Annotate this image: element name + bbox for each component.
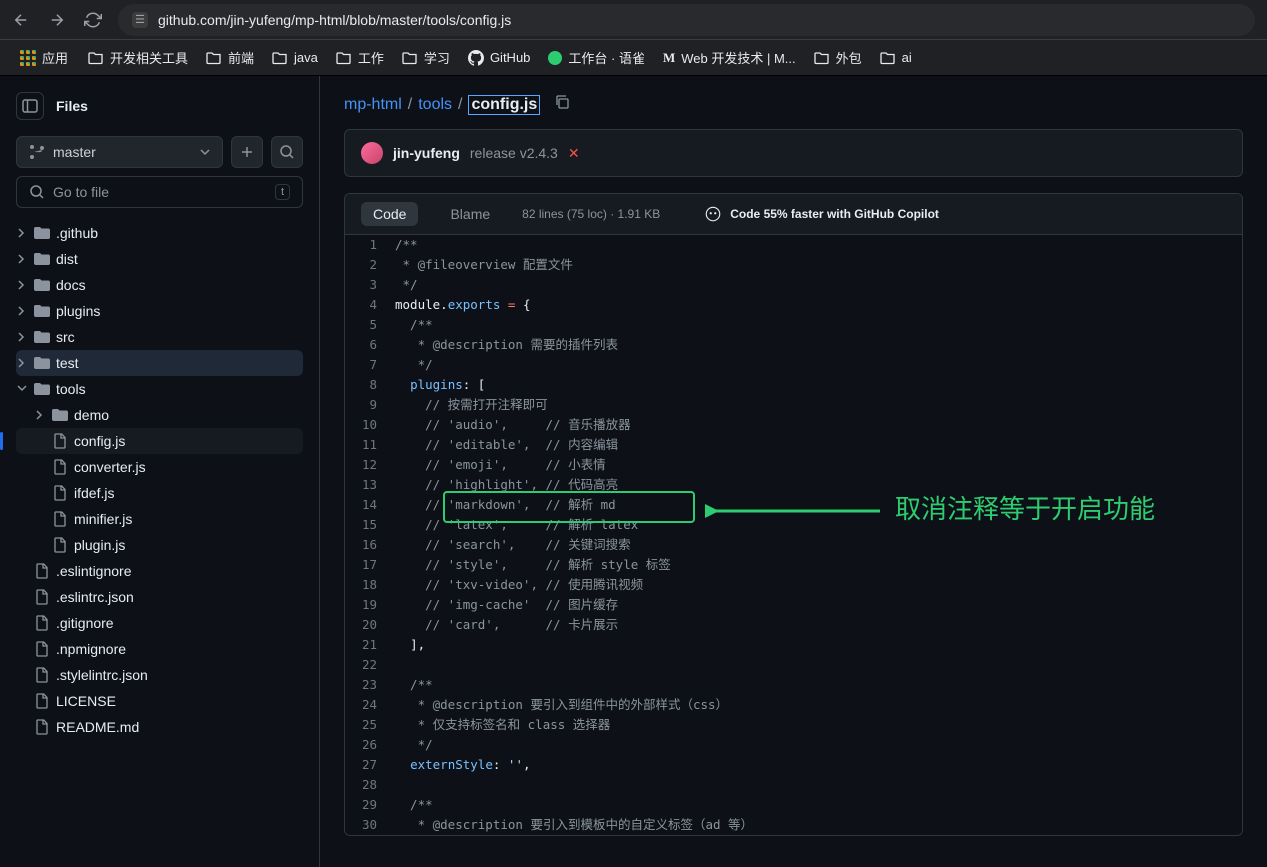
- search-button[interactable]: [271, 136, 303, 168]
- tree-folder[interactable]: demo: [16, 402, 303, 428]
- tab-blame[interactable]: Blame: [438, 202, 502, 226]
- crumb-repo[interactable]: mp-html: [344, 96, 402, 114]
- code-line[interactable]: 3 */: [345, 275, 1242, 295]
- bookmark-item[interactable]: 学习: [394, 44, 458, 71]
- commit-author[interactable]: jin-yufeng: [393, 145, 460, 161]
- reload-button[interactable]: [84, 11, 102, 29]
- tree-folder[interactable]: tools: [16, 376, 303, 402]
- copy-path-icon[interactable]: [554, 94, 570, 115]
- commit-message[interactable]: release v2.4.3: [470, 145, 558, 161]
- bookmark-item[interactable]: MWeb 开发技术 | M...: [655, 44, 804, 71]
- branch-icon: [29, 144, 45, 160]
- sidebar-title: Files: [56, 98, 88, 114]
- latest-commit[interactable]: jin-yufeng release v2.4.3 ✕: [344, 129, 1243, 177]
- code-line[interactable]: 29 /**: [345, 795, 1242, 815]
- status-fail-icon[interactable]: ✕: [568, 145, 580, 162]
- code-line[interactable]: 5 /**: [345, 315, 1242, 335]
- breadcrumb: mp-html / tools / config.js: [320, 76, 1267, 129]
- tree-file[interactable]: .stylelintrc.json: [16, 662, 303, 688]
- bookmark-item[interactable]: 工作: [328, 44, 392, 71]
- sidebar-toggle-icon[interactable]: [16, 92, 44, 120]
- code-line[interactable]: 26 */: [345, 735, 1242, 755]
- branch-selector[interactable]: master: [16, 136, 223, 168]
- code-line[interactable]: 10 // 'audio', // 音乐播放器: [345, 415, 1242, 435]
- code-line[interactable]: 9 // 按需打开注释即可: [345, 395, 1242, 415]
- tree-folder[interactable]: test: [16, 350, 303, 376]
- code-line[interactable]: 6 * @description 需要的插件列表: [345, 335, 1242, 355]
- code-line[interactable]: 17 // 'style', // 解析 style 标签: [345, 555, 1242, 575]
- bookmark-item[interactable]: 开发相关工具: [80, 44, 196, 71]
- tree-file[interactable]: config.js: [16, 428, 303, 454]
- forward-button[interactable]: [48, 11, 66, 29]
- url-text: github.com/jin-yufeng/mp-html/blob/maste…: [158, 12, 511, 28]
- tree-folder[interactable]: src: [16, 324, 303, 350]
- code-line[interactable]: 22: [345, 655, 1242, 675]
- tree-folder[interactable]: dist: [16, 246, 303, 272]
- browser-toolbar: ☰ github.com/jin-yufeng/mp-html/blob/mas…: [0, 0, 1267, 40]
- author-avatar[interactable]: [361, 142, 383, 164]
- tree-folder[interactable]: .github: [16, 220, 303, 246]
- tree-file[interactable]: minifier.js: [16, 506, 303, 532]
- code-line[interactable]: 2 * @fileoverview 配置文件: [345, 255, 1242, 275]
- tree-file[interactable]: converter.js: [16, 454, 303, 480]
- go-to-file-input[interactable]: Go to file t: [16, 176, 303, 208]
- code-line[interactable]: 16 // 'search', // 关键词搜索: [345, 535, 1242, 555]
- code-line[interactable]: 11 // 'editable', // 内容编辑: [345, 435, 1242, 455]
- file-tree: .githubdistdocspluginssrctesttoolsdemoco…: [16, 220, 303, 740]
- bookmarks-bar: 应用 开发相关工具前端java工作学习GitHub工作台 · 语雀MWeb 开发…: [0, 40, 1267, 76]
- apps-shortcut[interactable]: 应用: [12, 44, 76, 71]
- bookmark-item[interactable]: 外包: [806, 44, 870, 71]
- tree-file[interactable]: LICENSE: [16, 688, 303, 714]
- code-line[interactable]: 23 /**: [345, 675, 1242, 695]
- crumb-folder[interactable]: tools: [418, 96, 452, 114]
- tree-file[interactable]: plugin.js: [16, 532, 303, 558]
- annotation-text: 取消注释等于开启功能: [895, 489, 1155, 526]
- code-line[interactable]: 25 * 仅支持标签名和 class 选择器: [345, 715, 1242, 735]
- back-button[interactable]: [12, 11, 30, 29]
- chevron-down-icon: [200, 147, 210, 157]
- tree-file[interactable]: .eslintignore: [16, 558, 303, 584]
- bookmark-item[interactable]: GitHub: [460, 44, 538, 71]
- tree-file[interactable]: ifdef.js: [16, 480, 303, 506]
- search-icon: [29, 184, 45, 200]
- code-line[interactable]: 30 * @description 要引入到模板中的自定义标签（ad 等）: [345, 815, 1242, 835]
- copilot-cta[interactable]: Code 55% faster with GitHub Copilot: [704, 205, 939, 223]
- code-line[interactable]: 27 externStyle: '',: [345, 755, 1242, 775]
- site-settings-icon[interactable]: ☰: [132, 12, 148, 28]
- bookmark-item[interactable]: java: [264, 44, 326, 71]
- kbd-hint: t: [275, 184, 290, 200]
- code-viewer: Code Blame 82 lines (75 loc) · 1.91 KB C…: [344, 193, 1243, 836]
- url-bar[interactable]: ☰ github.com/jin-yufeng/mp-html/blob/mas…: [118, 4, 1255, 36]
- code-line[interactable]: 18 // 'txv-video', // 使用腾讯视频: [345, 575, 1242, 595]
- code-line[interactable]: 24 * @description 要引入到组件中的外部样式（css）: [345, 695, 1242, 715]
- code-line[interactable]: 7 */: [345, 355, 1242, 375]
- code-line[interactable]: 19 // 'img-cache' // 图片缓存: [345, 595, 1242, 615]
- tab-code[interactable]: Code: [361, 202, 418, 226]
- tree-file[interactable]: .eslintrc.json: [16, 584, 303, 610]
- file-sidebar: Files master Go to file t .githubdistdoc…: [0, 76, 320, 867]
- bookmark-item[interactable]: 前端: [198, 44, 262, 71]
- code-line[interactable]: 8 plugins: [: [345, 375, 1242, 395]
- code-line[interactable]: 21 ],: [345, 635, 1242, 655]
- code-line[interactable]: 4module.exports = {: [345, 295, 1242, 315]
- tree-file[interactable]: .npmignore: [16, 636, 303, 662]
- tree-folder[interactable]: docs: [16, 272, 303, 298]
- add-button[interactable]: [231, 136, 263, 168]
- code-line[interactable]: 1/**: [345, 235, 1242, 255]
- main-content: mp-html / tools / config.js jin-yufeng r…: [320, 76, 1267, 867]
- tree-file[interactable]: README.md: [16, 714, 303, 740]
- copilot-icon: [704, 205, 722, 223]
- file-meta: 82 lines (75 loc) · 1.91 KB: [522, 207, 660, 221]
- code-line[interactable]: 20 // 'card', // 卡片展示: [345, 615, 1242, 635]
- tree-folder[interactable]: plugins: [16, 298, 303, 324]
- code-body[interactable]: 1/**2 * @fileoverview 配置文件3 */4module.ex…: [345, 235, 1242, 835]
- tree-file[interactable]: .gitignore: [16, 610, 303, 636]
- code-line[interactable]: 12 // 'emoji', // 小表情: [345, 455, 1242, 475]
- crumb-file: config.js: [468, 95, 540, 115]
- bookmark-item[interactable]: 工作台 · 语雀: [540, 44, 653, 71]
- code-line[interactable]: 28: [345, 775, 1242, 795]
- bookmark-item[interactable]: ai: [872, 44, 920, 71]
